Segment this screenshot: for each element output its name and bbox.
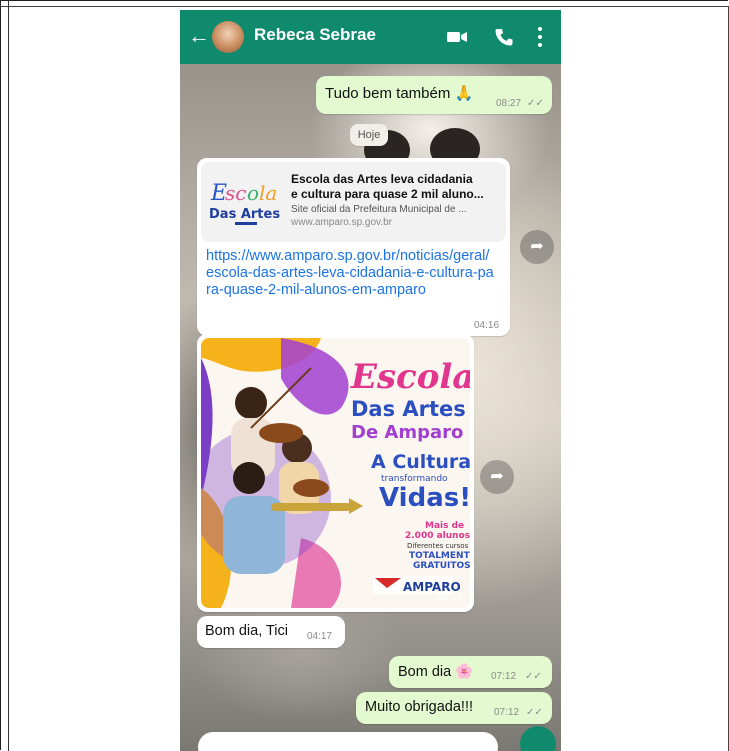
message-time: 04:16 bbox=[474, 320, 500, 331]
message-bubble-outgoing[interactable]: Tudo bem também 🙏 08:27 ✓✓ bbox=[316, 76, 552, 114]
contact-name[interactable]: Rebeca Sebrae bbox=[254, 25, 376, 45]
poster-info-4: TOTALMENTE bbox=[409, 551, 470, 561]
more-options-icon[interactable] bbox=[537, 25, 543, 49]
message-bubble-outgoing[interactable]: Muito obrigada!!! 07:12 ✓✓ bbox=[356, 692, 552, 724]
message-text: Bom dia 🌸 bbox=[398, 664, 474, 680]
message-link[interactable]: https://www.amparo.sp.gov.br/noticias/ge… bbox=[206, 248, 496, 299]
poster-info-1: Mais de bbox=[425, 521, 464, 531]
avatar[interactable] bbox=[212, 21, 244, 53]
message-text: Muito obrigada!!! bbox=[365, 699, 474, 715]
poster-info-3: Diferentes cursos bbox=[407, 542, 469, 550]
link-preview-domain: www.amparo.sp.gov.br bbox=[291, 217, 392, 228]
poster-tagline-3: Vidas! bbox=[379, 483, 470, 513]
message-text: Bom dia, Tici bbox=[205, 623, 288, 639]
link-preview-title: Escola das Artes leva cidadania e cultur… bbox=[291, 172, 501, 202]
video-call-icon[interactable] bbox=[446, 27, 468, 47]
read-receipt-icon: ✓✓ bbox=[526, 707, 543, 718]
link-preview-title-line: e cultura para quase 2 mil aluno... bbox=[291, 187, 484, 201]
link-preview-description: Site oficial da Prefeitura Municipal de … bbox=[291, 204, 467, 215]
poster-line-2: Das Artes bbox=[351, 397, 466, 421]
poster-line-3: De Amparo bbox=[351, 422, 463, 443]
message-input[interactable] bbox=[198, 732, 498, 751]
message-time: 08:27 bbox=[496, 98, 522, 109]
message-time: 04:17 bbox=[307, 631, 333, 642]
back-arrow-icon[interactable]: ← bbox=[188, 24, 210, 48]
escola-das-artes-logo-thumbnail: E sc o la Das Artes bbox=[207, 172, 285, 230]
poster-artwork: Escola Das Artes De Amparo A Cultura tra… bbox=[201, 338, 470, 608]
link-preview-title-line: Escola das Artes leva cidadania bbox=[291, 172, 473, 186]
poster-title-script: Escola bbox=[350, 357, 470, 397]
chat-screen: ← Rebeca Sebrae Tudo bem também 🙏 08:27 … bbox=[180, 10, 561, 751]
message-bubble-image[interactable]: Escola Das Artes De Amparo A Cultura tra… bbox=[197, 334, 474, 612]
date-separator: Hoje bbox=[350, 124, 388, 146]
read-receipt-icon: ✓✓ bbox=[525, 671, 542, 682]
poster-tagline-1: A Cultura bbox=[371, 451, 470, 473]
message-time: 07:12 bbox=[494, 707, 520, 718]
forward-button[interactable]: ➦ bbox=[520, 230, 554, 264]
mic-button[interactable] bbox=[520, 726, 556, 751]
svg-text:sc: sc bbox=[225, 181, 246, 205]
poster-info-2: 2.000 alunos bbox=[405, 531, 470, 541]
forward-button[interactable]: ➦ bbox=[480, 460, 514, 494]
poster-image[interactable]: Escola Das Artes De Amparo A Cultura tra… bbox=[201, 338, 470, 608]
link-preview-card[interactable]: E sc o la Das Artes Escola das Artes lev… bbox=[201, 162, 506, 242]
phone-call-icon[interactable] bbox=[494, 27, 514, 47]
chat-header: ← Rebeca Sebrae bbox=[180, 10, 561, 64]
message-time: 04:16 bbox=[437, 592, 463, 603]
svg-text:la: la bbox=[259, 181, 277, 205]
message-bubble-outgoing[interactable]: Bom dia 🌸 07:12 ✓✓ bbox=[389, 656, 552, 688]
frame-top-line bbox=[0, 6, 729, 7]
svg-text:Das Artes: Das Artes bbox=[209, 207, 280, 222]
poster-info-5: GRATUITOS bbox=[413, 561, 470, 571]
message-bubble-link[interactable]: E sc o la Das Artes Escola das Artes lev… bbox=[197, 158, 510, 336]
message-text: Tudo bem também 🙏 bbox=[325, 85, 474, 102]
frame-divider bbox=[8, 0, 9, 751]
message-time: 07:12 bbox=[491, 671, 517, 682]
read-receipt-icon: ✓✓ bbox=[527, 98, 544, 109]
svg-text:o: o bbox=[247, 181, 259, 205]
message-bubble-incoming[interactable]: Bom dia, Tici 04:17 bbox=[197, 616, 345, 648]
